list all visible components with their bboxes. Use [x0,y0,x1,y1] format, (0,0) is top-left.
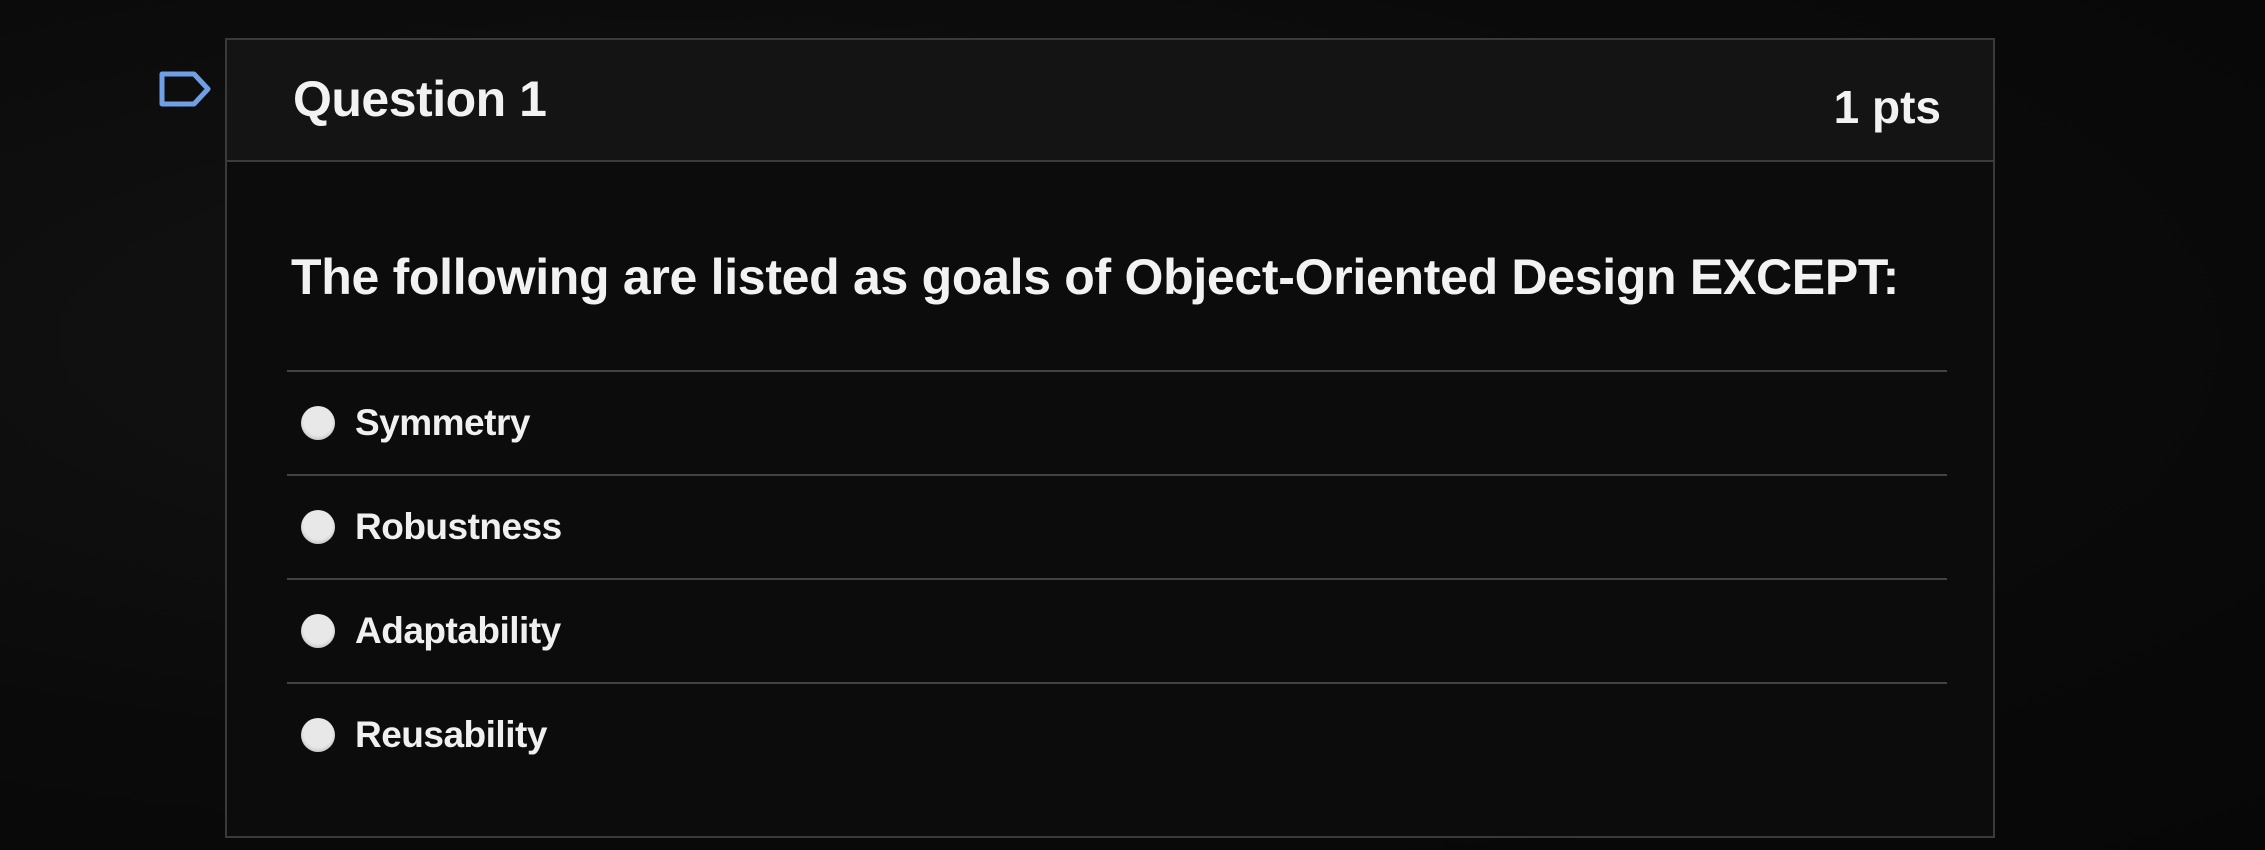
answer-label[interactable]: Symmetry [355,402,530,444]
answer-label[interactable]: Reusability [355,714,547,756]
radio-unselected-icon[interactable] [301,614,335,648]
answer-option[interactable]: Robustness [287,474,1947,578]
answer-option[interactable]: Reusability [287,682,1947,786]
question-header: Question 1 1 pts [227,40,1993,162]
question-title: Question 1 [293,71,547,127]
answer-option[interactable]: Adaptability [287,578,1947,682]
flag-question-icon[interactable] [158,70,214,108]
answer-list: Symmetry Robustness Adaptability Reusabi… [287,370,1947,786]
radio-unselected-icon[interactable] [301,406,335,440]
question-text: The following are listed as goals of Obj… [291,249,1899,305]
radio-unselected-icon[interactable] [301,718,335,752]
answer-label[interactable]: Adaptability [355,610,561,652]
answer-label[interactable]: Robustness [355,506,562,548]
question-card: Question 1 1 pts The following are liste… [225,38,1995,838]
answer-option[interactable]: Symmetry [287,370,1947,474]
screen: Question 1 1 pts The following are liste… [0,0,2265,850]
question-points: 1 pts [1833,81,1941,133]
radio-unselected-icon[interactable] [301,510,335,544]
